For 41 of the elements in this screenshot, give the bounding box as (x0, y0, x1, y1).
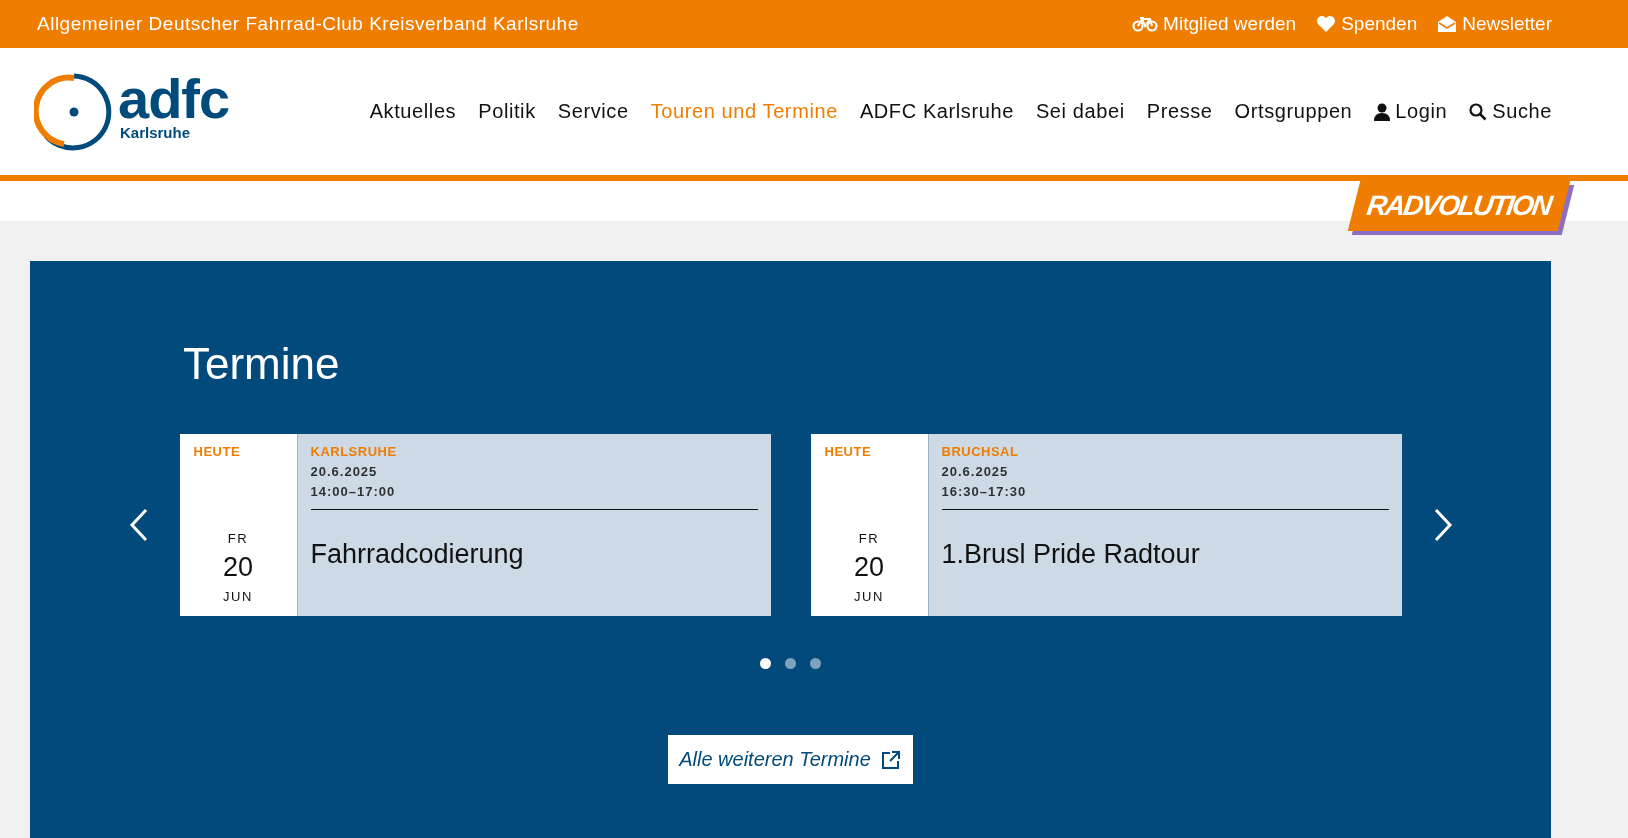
event-location: BRUCHSAL (941, 444, 1019, 459)
nav-link[interactable]: Sei dabei (1035, 100, 1125, 123)
event-title: Fahrradcodierung (310, 539, 524, 570)
chevron-left-icon (127, 508, 150, 542)
envelope-icon (1437, 15, 1458, 33)
event-time: 14:00–17:00 (310, 484, 396, 499)
today-label: HEUTE (193, 444, 241, 459)
day-number: 20 (222, 552, 253, 583)
carousel-dot[interactable] (760, 658, 771, 669)
weekday-label: FR (858, 531, 880, 546)
nav-link[interactable]: Login (1374, 100, 1448, 123)
user-icon (1374, 102, 1391, 121)
carousel-dot[interactable] (785, 658, 796, 669)
site-title: Allgemeiner Deutscher Fahrrad-Club Kreisverband Karlsruhe (37, 13, 579, 35)
bicycle-icon (1132, 16, 1159, 32)
nav-link[interactable]: Ortsgruppen (1234, 100, 1353, 123)
nav-link[interactable]: Service (557, 100, 629, 123)
nav-link[interactable]: Politik (478, 100, 536, 123)
month-label: JUN (223, 589, 253, 604)
carousel-dot[interactable] (810, 658, 821, 669)
day-number: 20 (853, 552, 884, 583)
event-location: KARLSRUHE (310, 444, 397, 459)
heart-icon (1316, 15, 1337, 33)
logo-subtitle: Karlsruhe (120, 124, 192, 141)
nav-link[interactable]: ADFC Karlsruhe (859, 100, 1014, 123)
all-events-button[interactable]: Alle weiteren Termine (668, 735, 913, 784)
month-label: JUN (854, 589, 884, 604)
external-link-icon (880, 749, 901, 770)
search-icon (1469, 102, 1488, 121)
event-title: 1.Brusl Pride Radtour (941, 539, 1200, 570)
event-date: 20.6.2025 (941, 464, 1009, 479)
event-time: 16:30–17:30 (941, 484, 1027, 499)
weekday-label: FR (227, 531, 249, 546)
logo-ring-icon (34, 71, 114, 152)
logo-wordmark: adfc (118, 74, 230, 124)
today-label: HEUTE (824, 444, 872, 459)
nav-link[interactable]: Suche (1469, 100, 1552, 123)
event-date: 20.6.2025 (310, 464, 378, 479)
section-title: Termine (183, 339, 340, 389)
nav-link[interactable]: Presse (1146, 100, 1213, 123)
nav-link[interactable]: Aktuelles (369, 100, 457, 123)
